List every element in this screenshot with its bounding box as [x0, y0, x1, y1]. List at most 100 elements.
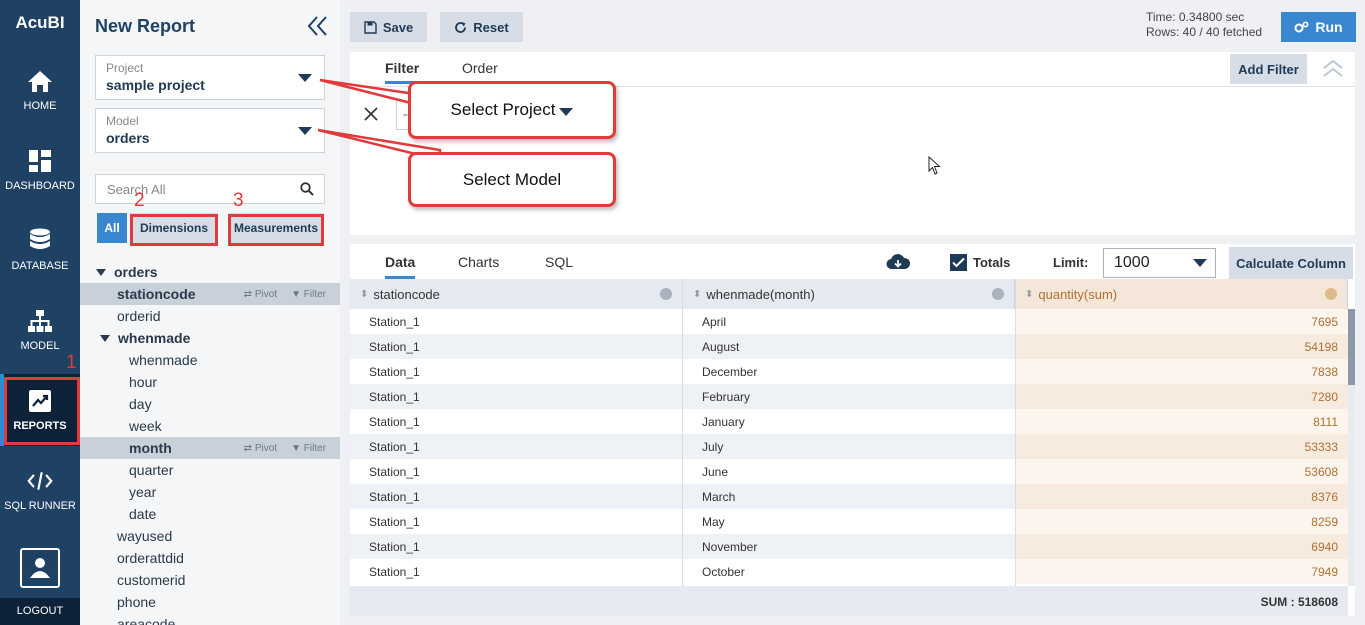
tab-data[interactable]: Data	[385, 254, 416, 279]
column-header-whenmade-month[interactable]: ⬍ whenmade(month)	[683, 279, 1015, 309]
tree-field[interactable]: week	[80, 415, 340, 437]
tree-field[interactable]: stationcode ⇄ Pivot ▼ Filter	[80, 283, 340, 305]
pivot-label: Pivot	[254, 288, 278, 300]
limit-label: Limit:	[1053, 255, 1089, 270]
pivot-icon: ⇄	[243, 288, 255, 300]
tree-item-label: areacode	[117, 616, 176, 625]
tree-field[interactable]: year	[80, 481, 340, 503]
vertical-scrollbar[interactable]	[1348, 309, 1355, 586]
table-cell: June	[702, 465, 729, 479]
caret-down-icon[interactable]	[100, 334, 110, 342]
model-select-value: orders	[106, 130, 150, 146]
tree-field[interactable]: date	[80, 503, 340, 525]
project-select[interactable]: Project sample project	[95, 55, 325, 100]
user-icon	[30, 558, 50, 578]
table-cell: Station_1	[369, 565, 420, 579]
main-nav: AcuBI HOME DASHBOARD DATABASE MODEL REPO…	[0, 0, 80, 625]
tree-field[interactable]: orderattdid	[80, 547, 340, 569]
sort-icon[interactable]: ⬍	[360, 289, 368, 300]
tree-group[interactable]: orders	[80, 261, 340, 283]
nav-database[interactable]: DATABASE	[0, 214, 80, 286]
tree-field[interactable]: month ⇄ Pivot ▼ Filter	[80, 437, 340, 459]
table-row: Station_1 December 7838	[350, 359, 1348, 384]
column-menu-icon[interactable]	[992, 288, 1004, 300]
annotation-number-3: 3	[233, 190, 244, 211]
filter-action[interactable]: ▼ Filter	[291, 289, 326, 300]
tree-field[interactable]: orderid	[80, 305, 340, 327]
model-select[interactable]: Model orders	[95, 108, 325, 153]
caret-down-icon	[559, 108, 574, 116]
column-menu-icon[interactable]	[660, 288, 672, 300]
tab-sql[interactable]: SQL	[545, 254, 573, 276]
tree-field[interactable]: wayused	[80, 525, 340, 547]
table-cell: July	[702, 440, 724, 454]
filter-action[interactable]: ▼ Filter	[291, 443, 326, 454]
tree-field[interactable]: quarter	[80, 459, 340, 481]
tab-all[interactable]: All	[97, 213, 127, 243]
tree-item-label: phone	[117, 594, 156, 610]
pivot-label: Pivot	[254, 442, 278, 454]
table-cell: Station_1	[369, 515, 420, 529]
table-cell: January	[702, 415, 745, 429]
remove-filter-button[interactable]	[364, 107, 378, 124]
search-icon[interactable]	[300, 182, 314, 199]
reset-button[interactable]: Reset	[440, 12, 523, 42]
tree-field[interactable]: day	[80, 393, 340, 415]
floppy-icon	[364, 20, 377, 34]
nav-sql-runner[interactable]: SQL RUNNER	[0, 454, 80, 526]
sort-icon[interactable]: ⬍	[693, 289, 701, 300]
calculate-column-button[interactable]: Calculate Column	[1229, 247, 1353, 279]
pivot-action[interactable]: ⇄ Pivot	[244, 289, 277, 300]
add-filter-button[interactable]: Add Filter	[1230, 54, 1307, 84]
sort-icon[interactable]: ⬍	[1025, 289, 1033, 300]
column-header-quantity-sum[interactable]: ⬍ quantity(sum)	[1015, 279, 1348, 309]
table-cell: 6940	[1311, 540, 1338, 554]
column-header-stationcode[interactable]: ⬍ stationcode	[350, 279, 683, 309]
nav-dashboard[interactable]: DASHBOARD	[0, 134, 80, 206]
run-button[interactable]: Run	[1281, 12, 1356, 42]
nav-label: MODEL	[20, 340, 60, 352]
dashboard-icon	[27, 148, 53, 174]
tree-group[interactable]: whenmade	[80, 327, 340, 349]
pivot-action[interactable]: ⇄ Pivot	[244, 443, 277, 454]
tree-item-label: year	[129, 484, 157, 500]
tree-field[interactable]: phone	[80, 591, 340, 613]
cloud-download-icon[interactable]	[886, 253, 911, 274]
tab-charts[interactable]: Charts	[458, 254, 499, 276]
avatar[interactable]	[20, 548, 60, 588]
tree-field[interactable]: whenmade	[80, 349, 340, 371]
row-actions: ⇄ Pivot ▼ Filter	[244, 289, 326, 300]
save-label: Save	[382, 19, 414, 35]
totals-checkbox[interactable]	[950, 254, 967, 271]
collapse-filter-button[interactable]	[1322, 58, 1344, 81]
table-cell: Station_1	[369, 340, 420, 354]
scrollbar-thumb[interactable]	[1348, 309, 1355, 385]
tree-field[interactable]: hour	[80, 371, 340, 393]
search-input[interactable]	[96, 175, 286, 203]
tab-order[interactable]: Order	[462, 60, 498, 81]
search-field[interactable]	[95, 174, 325, 204]
data-panel: Data Charts SQL Totals Limit: 1000 Calcu…	[350, 244, 1355, 616]
tree-item-label: orderattdid	[117, 550, 184, 566]
filter-icon: ▼	[291, 442, 304, 454]
table-cell: 7695	[1311, 315, 1338, 329]
row-actions: ⇄ Pivot ▼ Filter	[244, 443, 326, 454]
filter-panel: Filter Order Add Filter ------	[350, 52, 1355, 235]
collapse-panel-button[interactable]	[306, 14, 330, 38]
column-divider	[1015, 279, 1016, 616]
nav-home[interactable]: HOME	[0, 54, 80, 126]
logout-button[interactable]: LOGOUT	[0, 598, 80, 625]
table-cell: 7949	[1311, 565, 1338, 579]
tree-field[interactable]: customerid	[80, 569, 340, 591]
table-cell: Station_1	[369, 315, 420, 329]
table-cell: 54198	[1304, 340, 1338, 354]
column-menu-icon[interactable]	[1325, 288, 1337, 300]
results-grid: ⬍ stationcode ⬍ whenmade(month) ⬍ quanti…	[350, 279, 1355, 616]
project-select-label: Project	[106, 61, 144, 75]
limit-select[interactable]: 1000	[1103, 248, 1216, 278]
tree-item-label: whenmade	[118, 330, 191, 346]
caret-down-icon[interactable]	[96, 268, 106, 276]
filter-label: Filter	[303, 442, 326, 454]
save-button[interactable]: Save	[350, 12, 427, 42]
tree-field[interactable]: areacode	[80, 613, 340, 625]
